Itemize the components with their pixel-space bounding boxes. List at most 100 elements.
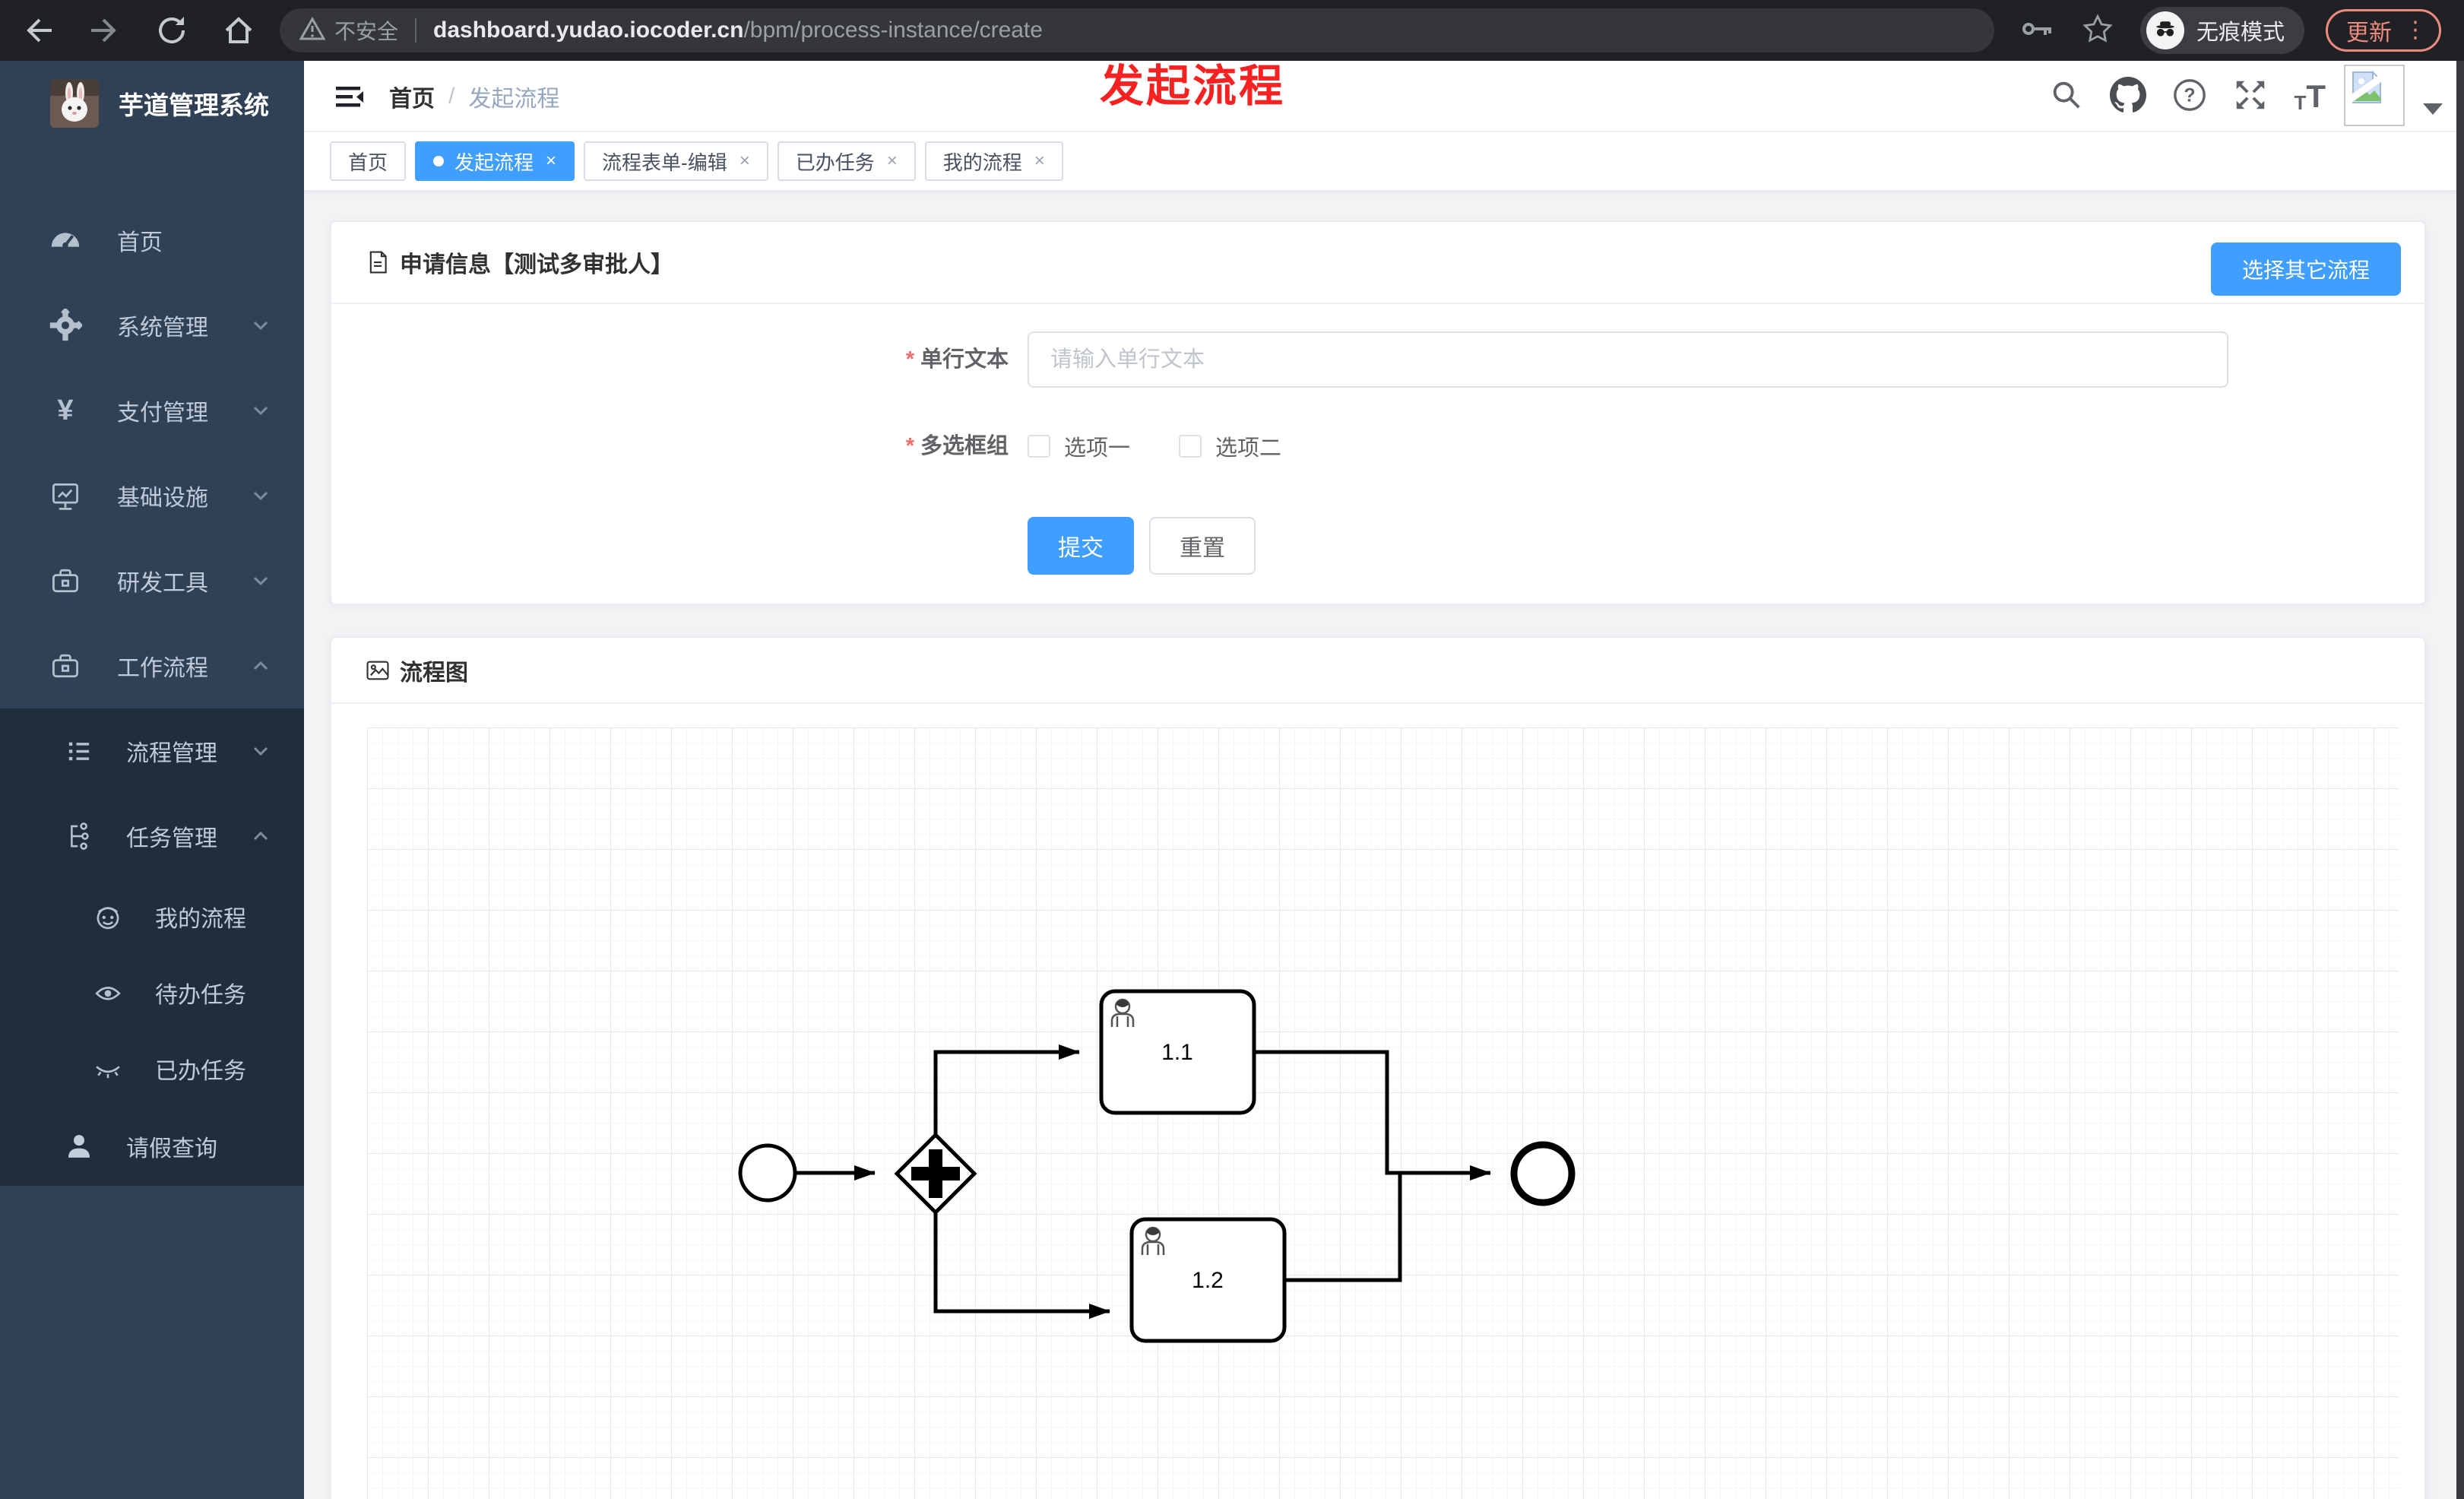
sidebar-item-label: 研发工具 <box>117 571 208 596</box>
sidebar-item-payment[interactable]: ¥ 支付管理 <box>0 368 304 453</box>
bpmn-start-event <box>738 1143 797 1203</box>
tab-label: 流程表单-编辑 <box>602 151 727 174</box>
bpmn-user-task-11: 1.1 <box>1099 989 1256 1115</box>
close-icon[interactable]: × <box>740 152 750 170</box>
select-other-process-button[interactable]: 选择其它流程 <box>2211 242 2401 296</box>
single-line-text-input[interactable] <box>1028 331 2228 388</box>
checkbox-group: 选项一 选项二 <box>1028 424 1281 468</box>
sidebar-item-label: 我的流程 <box>155 907 246 932</box>
close-icon[interactable]: × <box>1034 152 1045 170</box>
picture-icon <box>365 658 391 683</box>
bpmn-task-label: 1.1 <box>1161 1040 1193 1065</box>
tab-start-process[interactable]: 发起流程 × <box>415 141 575 181</box>
sidebar-item-devtools[interactable]: 研发工具 <box>0 538 304 623</box>
password-key-icon[interactable] <box>2020 11 2055 50</box>
help-icon[interactable]: ? <box>2172 78 2207 116</box>
required-asterisk: * <box>905 434 914 458</box>
fullscreen-icon[interactable] <box>2233 78 2268 116</box>
document-icon <box>365 249 391 275</box>
tab-my-process[interactable]: 我的流程 × <box>924 141 1063 181</box>
bookmark-star-icon[interactable] <box>2081 12 2114 49</box>
update-label: 更新 <box>2346 21 2392 46</box>
forward-icon[interactable] <box>87 12 123 49</box>
collapse-menu-icon[interactable] <box>330 77 369 120</box>
sidebar-item-system[interactable]: 系统管理 <box>0 283 304 368</box>
sidebar-item-label: 系统管理 <box>117 315 208 341</box>
svg-text:?: ? <box>2184 84 2196 106</box>
bpmn-parallel-gateway <box>894 1132 977 1215</box>
briefcase-icon <box>47 649 84 683</box>
sidebar-item-label: 任务管理 <box>126 826 217 851</box>
monitor-icon <box>47 479 84 512</box>
app-logo-row[interactable]: 芋道管理系统 <box>0 61 304 134</box>
chevron-down-icon <box>251 571 271 597</box>
sidebar-item-label: 待办任务 <box>155 983 246 1008</box>
sidebar-item-label: 已办任务 <box>155 1059 246 1084</box>
sidebar-item-my-process[interactable]: 我的流程 <box>0 879 304 955</box>
text-field-label: * 单行文本 <box>905 347 1009 372</box>
yen-icon: ¥ <box>57 395 74 426</box>
checkbox-option-1-label[interactable]: 选项一 <box>1064 430 1130 462</box>
main-content: 申请信息【测试多审批人】 选择其它流程 *单行文本 *多选框组 选项一 选项二 … <box>304 192 2456 1499</box>
search-icon[interactable] <box>2049 78 2084 116</box>
chevron-down-icon <box>251 315 271 341</box>
close-icon[interactable]: × <box>887 152 898 170</box>
url-bar[interactable]: 不安全 dashboard.yudao.iocoder.cn /bpm/proc… <box>280 8 1994 52</box>
window-edge <box>2456 61 2464 1499</box>
reload-icon[interactable] <box>154 12 190 49</box>
sidebar-item-label: 工作流程 <box>117 656 208 681</box>
chevron-down-icon <box>251 486 271 512</box>
tab-done-tasks[interactable]: 已办任务 × <box>777 141 916 181</box>
sidebar-item-leave-query[interactable]: 请假查询 <box>0 1107 304 1186</box>
submit-button[interactable]: 提交 <box>1028 517 1134 575</box>
briefcase-icon <box>47 564 84 597</box>
security-label[interactable]: 不安全 <box>334 15 398 46</box>
incognito-icon <box>2146 11 2184 49</box>
sidebar-item-label: 支付管理 <box>117 401 208 426</box>
checkbox-group-label: * 多选框组 <box>905 434 1009 458</box>
apply-info-title: 申请信息【测试多审批人】 <box>400 252 673 277</box>
home-icon[interactable] <box>220 12 257 49</box>
back-icon[interactable] <box>20 12 56 49</box>
sidebar-item-task-mgmt[interactable]: 任务管理 <box>0 794 304 879</box>
bpmn-canvas[interactable]: 1.1 1.2 <box>367 727 2399 1499</box>
checkbox-option-1[interactable] <box>1028 435 1050 458</box>
app-header: 首页 / 发起流程 ? TT <box>304 61 2456 132</box>
github-icon[interactable] <box>2110 76 2147 117</box>
avatar[interactable] <box>2344 65 2405 126</box>
sidebar-item-infra[interactable]: 基础设施 <box>0 453 304 538</box>
avatar-dropdown-caret-icon[interactable] <box>2423 103 2443 115</box>
dashboard-icon <box>47 223 84 258</box>
checkbox-option-2[interactable] <box>1179 435 1202 458</box>
sidebar-item-home[interactable]: 首页 <box>0 198 304 283</box>
apply-info-card-header: 申请信息【测试多审批人】 <box>331 222 2424 304</box>
bpmn-task-label: 1.2 <box>1192 1268 1224 1293</box>
update-button[interactable]: 更新 ⋮ <box>2326 9 2441 52</box>
sidebar-item-todo-tasks[interactable]: 待办任务 <box>0 955 304 1031</box>
reset-button[interactable]: 重置 <box>1149 517 1256 575</box>
active-dot-icon <box>433 156 445 166</box>
tab-label: 已办任务 <box>795 151 875 174</box>
chevron-down-icon <box>251 401 271 426</box>
close-icon[interactable]: × <box>546 152 556 170</box>
sidebar-item-label: 流程管理 <box>126 741 217 766</box>
bpmn-user-task-12: 1.2 <box>1129 1217 1287 1343</box>
breadcrumb-separator: / <box>448 84 455 109</box>
apply-info-card: 申请信息【测试多审批人】 选择其它流程 *单行文本 *多选框组 选项一 选项二 … <box>330 220 2426 605</box>
tab-label: 首页 <box>348 151 388 174</box>
eye-closed-icon <box>90 1053 126 1085</box>
sidebar-item-process-mgmt[interactable]: 流程管理 <box>0 708 304 794</box>
checkbox-option-2-label[interactable]: 选项二 <box>1215 430 1281 462</box>
font-size-icon[interactable]: TT <box>2294 81 2326 113</box>
tab-form-edit[interactable]: 流程表单-编辑 × <box>584 141 768 181</box>
sidebar-item-label: 基础设施 <box>117 486 208 511</box>
breadcrumb-home[interactable]: 首页 <box>389 80 435 113</box>
tab-home[interactable]: 首页 <box>330 141 407 181</box>
incognito-badge: 无痕模式 <box>2139 7 2304 54</box>
browser-menu-icon[interactable]: ⋮ <box>2404 19 2427 42</box>
sidebar-item-workflow[interactable]: 工作流程 <box>0 623 304 708</box>
edge-gateway-task11 <box>933 1044 1080 1135</box>
sidebar-item-done-tasks[interactable]: 已办任务 <box>0 1031 304 1107</box>
tree-icon <box>61 820 97 852</box>
sidebar: 芋道管理系统 首页 系统管理 ¥ 支付管理 基础设施 研发工具 工作流程 流程管… <box>0 61 304 1499</box>
